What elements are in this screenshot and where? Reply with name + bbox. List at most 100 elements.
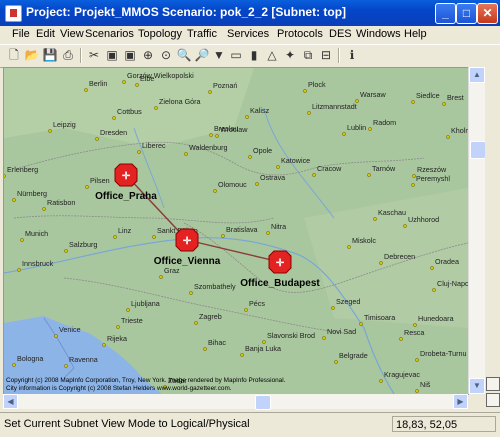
menu-file[interactable]: File	[12, 28, 30, 40]
save-icon[interactable]: 💾	[42, 47, 58, 63]
grid-toggle-icon[interactable]	[486, 393, 500, 407]
print-icon[interactable]: ⎙	[60, 47, 76, 63]
city-dot	[4, 174, 6, 178]
copy-window-icon[interactable]: ⧉	[300, 47, 316, 63]
menu-help[interactable]: Help	[404, 28, 427, 40]
open-folder-icon[interactable]: 📂	[24, 47, 40, 63]
city-dot	[312, 173, 316, 177]
city-dot	[399, 337, 403, 341]
city-label: Salzburg	[69, 240, 97, 249]
vertical-scrollbar[interactable]: ▲ ▼	[468, 67, 486, 394]
city-dot	[415, 389, 419, 393]
menu-scenarios[interactable]: Scenarios	[85, 28, 134, 40]
view-toggle-icon[interactable]	[486, 377, 500, 391]
city-dot	[411, 183, 415, 187]
city-label: Bihac	[208, 338, 226, 347]
horizontal-scrollbar[interactable]: ◀ ▶	[3, 394, 468, 410]
city-label: Bologna	[17, 354, 43, 363]
toolbar-separator	[80, 48, 82, 63]
info-icon[interactable]: ℹ	[344, 47, 360, 63]
city-label: Siedlce	[416, 91, 440, 100]
router-symbol: ✛	[122, 171, 131, 182]
copyright-line-2: City information is Copyright (c) 2008 S…	[6, 385, 232, 392]
city-label: Banja Luka	[245, 344, 281, 353]
city-dot	[403, 224, 407, 228]
menu-traffic[interactable]: Traffic	[187, 28, 217, 40]
node-label: Office_Vienna	[154, 256, 221, 267]
city-dot	[12, 198, 16, 202]
menu-topology[interactable]: Topology	[138, 28, 182, 40]
stop-icon[interactable]: ▣	[122, 47, 138, 63]
city-dot	[262, 340, 266, 344]
menu-windows[interactable]: Windows	[356, 28, 401, 40]
city-label: Ravenna	[69, 355, 98, 364]
zoom-out-icon[interactable]: 🔎	[194, 47, 210, 63]
city-label: Leipzig	[53, 120, 76, 129]
city-label: Opole	[253, 146, 272, 155]
new-file-icon[interactable]: 🗋	[6, 47, 22, 63]
drop-down-icon[interactable]: ▼	[211, 47, 227, 63]
zoom-in-icon[interactable]: 🔍	[176, 47, 192, 63]
city-label: Linz	[118, 226, 132, 235]
scroll-up-arrow[interactable]: ▲	[469, 67, 485, 83]
city-dot	[64, 364, 68, 368]
city-label: Katowice	[281, 156, 310, 165]
city-label: Litzmannstadt	[312, 102, 357, 111]
record-icon[interactable]: ▣	[104, 47, 120, 63]
scissors-icon[interactable]: ✂	[86, 47, 102, 63]
city-label: Nitra	[271, 222, 286, 231]
city-dot	[54, 334, 58, 338]
city-dot	[17, 268, 21, 272]
city-label: Trieste	[121, 316, 143, 325]
city-dot	[413, 323, 417, 327]
city-dot	[189, 291, 193, 295]
city-label: Uzhhorod	[408, 215, 439, 224]
router-symbol: ✛	[183, 236, 192, 247]
city-label: Zagreb	[199, 312, 222, 321]
right-gutter	[485, 67, 500, 410]
menu-edit[interactable]: Edit	[36, 28, 55, 40]
node-editor-icon[interactable]: ⊕	[140, 47, 156, 63]
map-canvas[interactable]: Berlin Gorzów Wielkopolski Poznań Plock Wars…	[4, 68, 468, 394]
city-dot	[64, 249, 68, 253]
city-dot	[152, 235, 156, 239]
city-dot	[126, 308, 130, 312]
city-dot	[184, 152, 188, 156]
menu-services[interactable]: Services	[227, 28, 269, 40]
scroll-left-arrow[interactable]: ◀	[3, 394, 18, 409]
minimize-button[interactable]: _	[435, 3, 456, 24]
city-dot	[367, 173, 371, 177]
vna-icon[interactable]: ▭	[228, 47, 244, 63]
city-dot	[135, 83, 139, 87]
locate-icon[interactable]: ⊙	[158, 47, 174, 63]
map-view[interactable]: Berlin Gorzów Wielkopolski Poznań Plock Wars…	[3, 67, 469, 395]
battery-icon[interactable]: ▮	[246, 47, 262, 63]
menu-view[interactable]: View	[60, 28, 84, 40]
city-label: Hunedoara	[418, 314, 454, 323]
city-label: Ljubljana	[131, 299, 160, 308]
scroll-down-arrow[interactable]: ▼	[469, 378, 485, 394]
marker-icon[interactable]: ✦	[282, 47, 298, 63]
city-label: Zielona Góra	[159, 97, 201, 106]
triangle-icon[interactable]: △	[264, 47, 280, 63]
city-label: Cottbus	[117, 107, 142, 116]
city-dot	[379, 379, 383, 383]
scroll-right-arrow[interactable]: ▶	[453, 394, 468, 409]
city-dot	[209, 133, 213, 137]
city-label: Kragujevac	[384, 370, 420, 379]
city-dot	[303, 89, 307, 93]
maximize-button[interactable]: □	[456, 3, 477, 24]
menu-protocols[interactable]: Protocols	[277, 28, 323, 40]
city-dot	[213, 189, 217, 193]
vertical-scroll-thumb[interactable]	[470, 141, 486, 159]
city-label: Cluj-Napoca	[437, 279, 468, 288]
city-label: Waldenburg	[189, 143, 228, 152]
compare-icon[interactable]: ⊟	[318, 47, 334, 63]
city-dot	[245, 115, 249, 119]
title-bar: Project: Projekt_MMOS Scenario: pok_2_2 …	[0, 0, 500, 26]
horizontal-scroll-thumb[interactable]	[255, 395, 271, 410]
close-button[interactable]: ✕	[477, 3, 498, 24]
menu-des[interactable]: DES	[329, 28, 352, 40]
city-dot	[248, 155, 252, 159]
city-label: Brest	[447, 93, 464, 102]
